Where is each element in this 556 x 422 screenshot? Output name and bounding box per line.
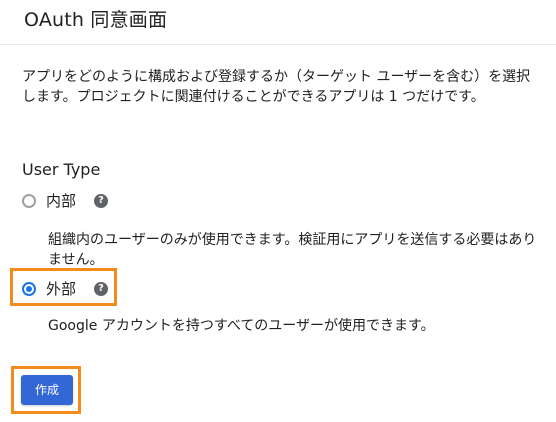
external-radio-button[interactable]	[22, 282, 36, 296]
user-type-option-external[interactable]: 外部 ?	[22, 278, 109, 300]
user-type-heading: User Type	[22, 160, 101, 179]
external-option-description: Google アカウントを持つすべてのユーザーが使用できます。	[48, 318, 435, 334]
help-circle-icon[interactable]: ?	[94, 194, 109, 208]
external-radio-label[interactable]: 外部	[46, 278, 76, 300]
internal-radio-label[interactable]: 内部	[46, 190, 76, 212]
oauth-consent-page: OAuth 同意画面 アプリをどのように構成および登録するか（ターゲット ユーザ…	[0, 0, 556, 422]
internal-radio-button[interactable]	[22, 194, 36, 208]
internal-option-description: 組織内のユーザーのみが使用できます。検証用にアプリを送信する必要はありません。	[48, 232, 537, 268]
create-button[interactable]: 作成	[21, 375, 73, 405]
page-title: OAuth 同意画面	[24, 9, 168, 31]
header-divider	[0, 44, 556, 45]
page-description: アプリをどのように構成および登録するか（ターゲット ユーザーを含む）を選択します…	[22, 69, 531, 105]
user-type-option-internal[interactable]: 内部 ?	[22, 190, 109, 212]
help-circle-icon[interactable]: ?	[94, 282, 109, 296]
